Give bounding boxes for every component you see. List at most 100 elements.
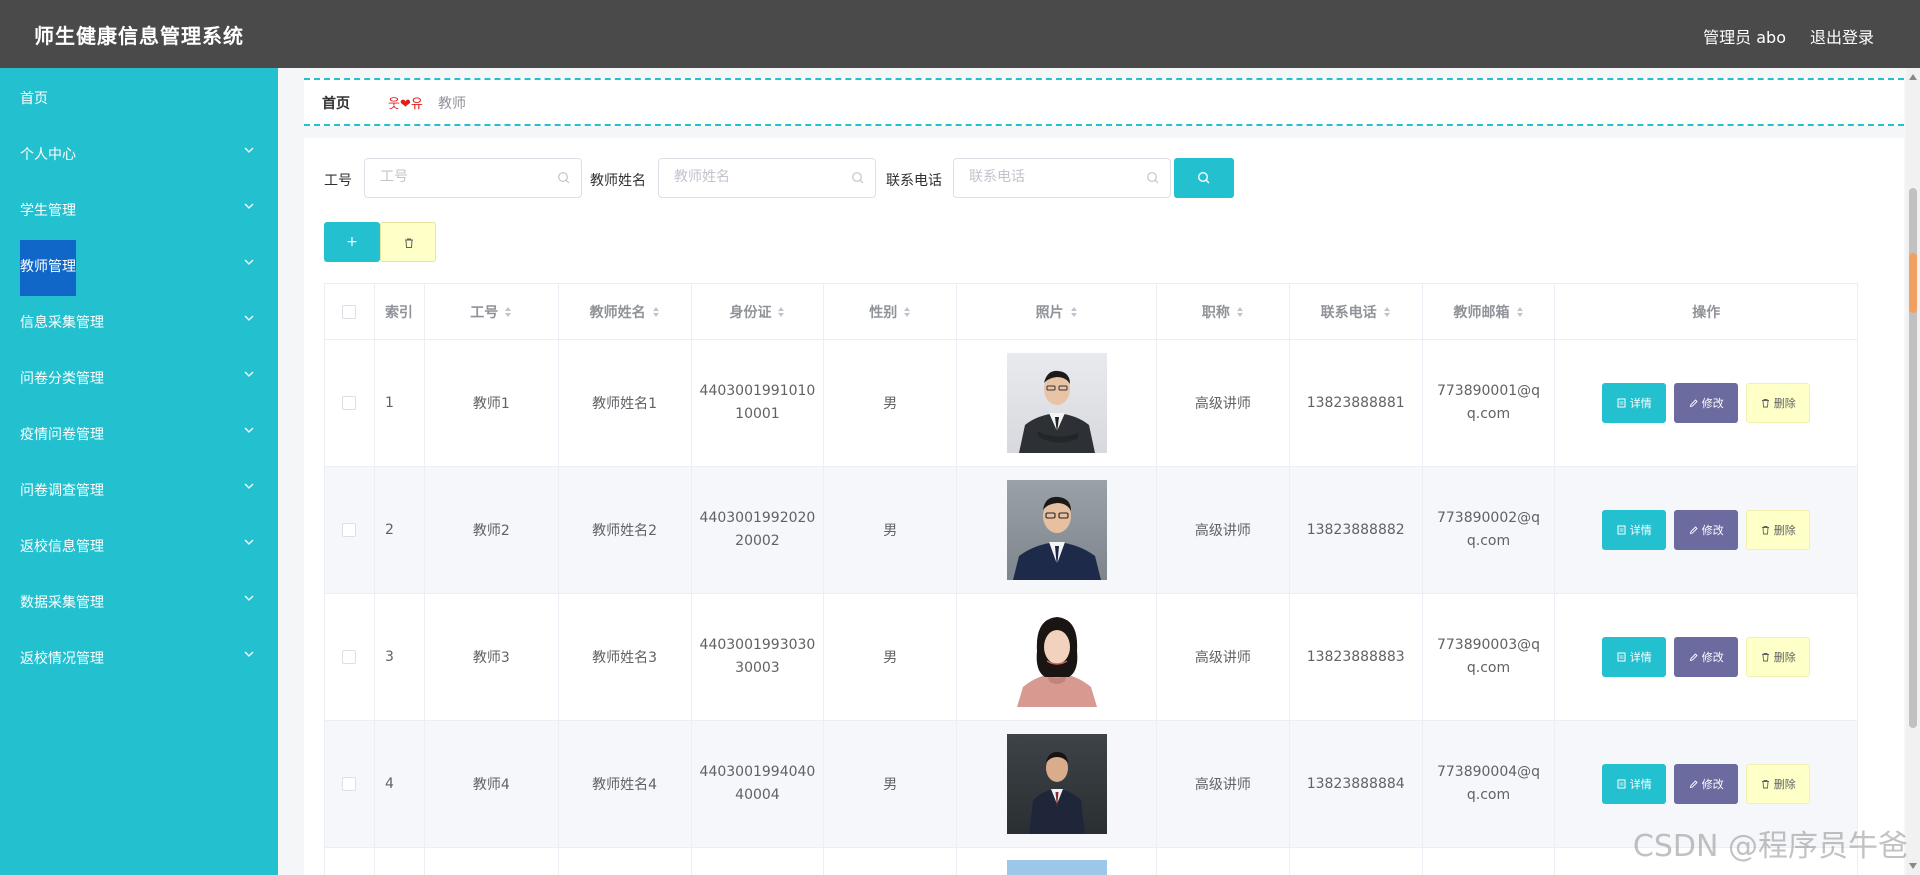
delete-button[interactable]: 删除 xyxy=(1746,637,1811,677)
row-select-cell xyxy=(325,721,375,847)
document-icon xyxy=(1617,652,1626,662)
header-label: 操作 xyxy=(1692,304,1721,321)
cell-index xyxy=(375,848,425,875)
sidebar-item-label: 返校信息管理 xyxy=(20,539,104,555)
header-name[interactable]: 教师姓名 xyxy=(559,284,692,339)
search-input-id-wrapper xyxy=(364,158,582,198)
cell-index: 4 xyxy=(375,721,425,847)
chevron-down-icon xyxy=(244,539,254,545)
sidebar-item-personal-center[interactable]: 个人中心 xyxy=(0,131,278,175)
cell-email: 773890001@qq.com xyxy=(1423,340,1556,466)
sort-icon[interactable] xyxy=(504,306,512,318)
trash-icon xyxy=(1761,780,1769,789)
search-icon xyxy=(558,172,570,184)
sort-icon[interactable] xyxy=(1070,306,1078,318)
delete-button[interactable]: 删除 xyxy=(1746,383,1811,423)
sort-icon[interactable] xyxy=(1516,306,1524,318)
sidebar-item-return-info[interactable]: 返校信息管理 xyxy=(0,523,278,567)
teacher-photo[interactable] xyxy=(1006,480,1107,580)
sidebar-item-label: 数据采集管理 xyxy=(20,595,104,611)
detail-button[interactable]: 详情 xyxy=(1602,637,1667,677)
cell-photo xyxy=(957,721,1157,847)
row-select-cell xyxy=(325,467,375,593)
header-gender[interactable]: 性别 xyxy=(824,284,958,339)
cell-id xyxy=(425,848,559,875)
row-checkbox[interactable] xyxy=(342,650,357,664)
detail-button[interactable]: 详情 xyxy=(1602,383,1667,423)
cell-name: 教师姓名4 xyxy=(559,721,692,847)
sidebar-item-teachers[interactable]: 教师管理 xyxy=(0,240,278,296)
delete-button[interactable]: 删除 xyxy=(1746,764,1811,804)
sort-icon[interactable] xyxy=(777,306,785,318)
sidebar-item-info-collection[interactable]: 信息采集管理 xyxy=(0,299,278,343)
sort-icon[interactable] xyxy=(903,306,911,318)
header-label: 教师邮箱 xyxy=(1453,304,1510,321)
detail-button[interactable]: 详情 xyxy=(1602,764,1667,804)
search-input-phone[interactable] xyxy=(969,169,1139,185)
sidebar-item-label: 学生管理 xyxy=(20,203,76,219)
sidebar-item-data-collection[interactable]: 数据采集管理 xyxy=(0,579,278,623)
breadcrumb-separator: 웃❤유 xyxy=(388,97,423,112)
sort-icon[interactable] xyxy=(1383,306,1391,318)
pencil-icon xyxy=(1689,780,1698,789)
sort-icon[interactable] xyxy=(1236,306,1244,318)
row-checkbox[interactable] xyxy=(342,396,357,410)
cell-phone: 13823888883 xyxy=(1290,594,1423,720)
header-label: 性别 xyxy=(869,304,898,321)
page-scrollbar[interactable] xyxy=(1906,68,1920,875)
select-all-checkbox[interactable] xyxy=(342,304,357,319)
row-select-cell xyxy=(325,848,375,875)
sidebar-item-return-status[interactable]: 返校情况管理 xyxy=(0,635,278,679)
batch-delete-button[interactable] xyxy=(380,222,436,262)
teacher-photo[interactable] xyxy=(1006,734,1107,834)
table-row xyxy=(325,848,1857,875)
scroll-down-arrow[interactable] xyxy=(1909,863,1917,869)
row-checkbox[interactable] xyxy=(342,523,357,537)
header-photo[interactable]: 照片 xyxy=(957,284,1157,339)
edit-label: 修改 xyxy=(1701,778,1724,791)
sidebar-item-students[interactable]: 学生管理 xyxy=(0,187,278,231)
logout-button[interactable]: 退出登录 xyxy=(1810,24,1874,48)
edit-button[interactable]: 修改 xyxy=(1674,383,1739,423)
header-phone[interactable]: 联系电话 xyxy=(1290,284,1423,339)
teacher-photo[interactable] xyxy=(1006,607,1107,707)
add-button[interactable]: + xyxy=(324,222,380,262)
search-input-name[interactable] xyxy=(674,169,844,185)
table-row: 4 教师4 教师姓名4 440300199404040004 男 高级讲师 13… xyxy=(325,721,1857,848)
sort-icon[interactable] xyxy=(652,306,660,318)
row-checkbox[interactable] xyxy=(342,777,357,791)
header-label: 索引 xyxy=(384,304,413,321)
sidebar-item-survey-investigation[interactable]: 问卷调查管理 xyxy=(0,467,278,511)
header-title[interactable]: 职称 xyxy=(1157,284,1290,339)
sidebar-item-home[interactable]: 首页 xyxy=(0,75,278,119)
teacher-photo[interactable] xyxy=(1006,353,1107,453)
cell-title: 高级讲师 xyxy=(1157,340,1290,466)
scroll-up-arrow[interactable] xyxy=(1909,74,1917,80)
person-photo-icon xyxy=(1018,370,1095,453)
cell-id: 教师3 xyxy=(425,594,559,720)
chevron-down-icon xyxy=(244,203,254,209)
teacher-photo[interactable] xyxy=(1006,860,1107,875)
search-input-id[interactable] xyxy=(380,169,550,185)
edit-button[interactable]: 修改 xyxy=(1674,510,1739,550)
delete-button[interactable]: 删除 xyxy=(1746,510,1811,550)
header-idcard[interactable]: 身份证 xyxy=(692,284,825,339)
sidebar-item-epidemic-survey[interactable]: 疫情问卷管理 xyxy=(0,411,278,455)
sidebar-item-label: 教师管理 xyxy=(20,259,76,275)
trash-icon xyxy=(1761,399,1769,408)
cell-title: 高级讲师 xyxy=(1157,594,1290,720)
app-title: 师生健康信息管理系统 xyxy=(34,24,244,48)
breadcrumb-home[interactable]: 首页 xyxy=(322,93,350,113)
sidebar-item-survey-category[interactable]: 问卷分类管理 xyxy=(0,355,278,399)
header-id[interactable]: 工号 xyxy=(425,284,559,339)
detail-button[interactable]: 详情 xyxy=(1602,510,1667,550)
sidebar: 首页 个人中心 学生管理 教师管理 信息采集管理 问卷分类管理 疫情问卷管理 问… xyxy=(0,68,278,875)
header-email[interactable]: 教师邮箱 xyxy=(1423,284,1556,339)
person-photo-icon xyxy=(1012,496,1101,580)
pencil-icon xyxy=(1689,399,1698,408)
edit-button[interactable]: 修改 xyxy=(1674,764,1739,804)
search-button[interactable] xyxy=(1174,158,1234,198)
cell-index: 3 xyxy=(375,594,425,720)
edit-button[interactable]: 修改 xyxy=(1674,637,1739,677)
cell-name: 教师姓名2 xyxy=(559,467,692,593)
